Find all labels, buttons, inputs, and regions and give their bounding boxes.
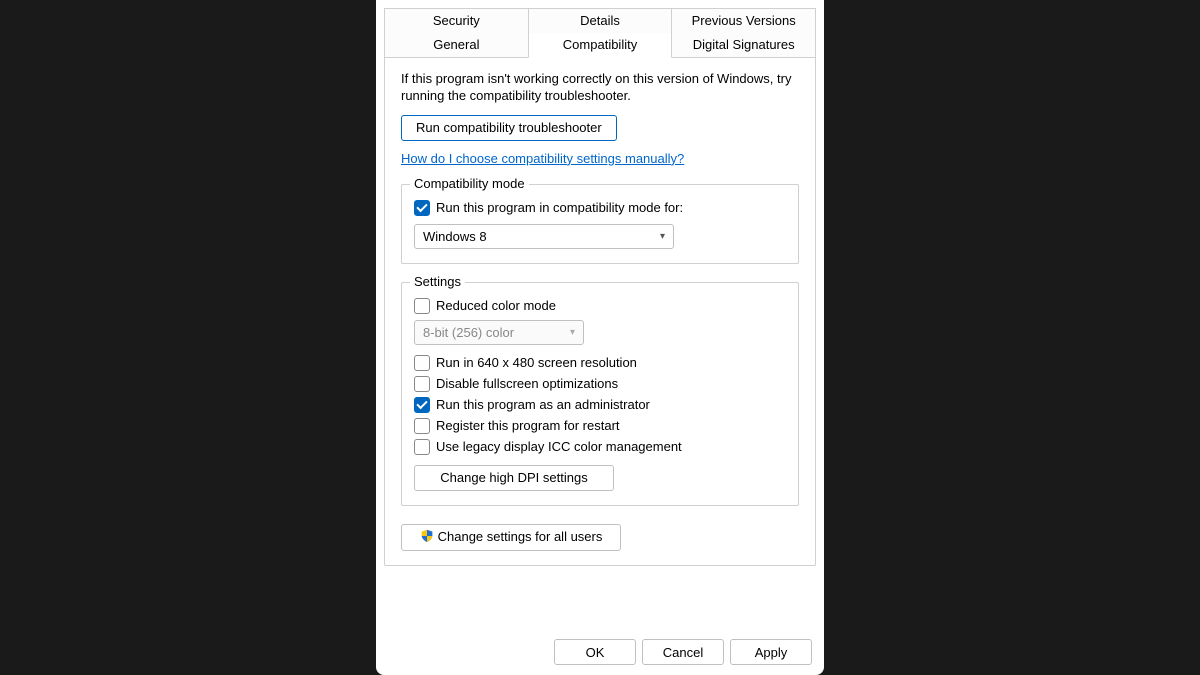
run-as-admin-checkbox[interactable]	[414, 397, 430, 413]
color-depth-value: 8-bit (256) color	[423, 325, 514, 340]
compat-mode-select[interactable]: Windows 8 ▾	[414, 224, 674, 249]
compatibility-intro-text: If this program isn't working correctly …	[401, 71, 799, 105]
compat-mode-checkbox-label: Run this program in compatibility mode f…	[436, 200, 683, 215]
register-restart-label: Register this program for restart	[436, 418, 620, 433]
apply-button[interactable]: Apply	[730, 639, 812, 665]
tab-digital-signatures[interactable]: Digital Signatures	[671, 33, 816, 58]
tab-strip: Security Details Previous Versions Gener…	[384, 8, 816, 58]
tab-security[interactable]: Security	[384, 8, 529, 33]
dialog-button-row: OK Cancel Apply	[384, 629, 816, 675]
cancel-button[interactable]: Cancel	[642, 639, 724, 665]
settings-group: Settings Reduced color mode 8-bit (256) …	[401, 282, 799, 506]
change-dpi-button[interactable]: Change high DPI settings	[414, 465, 614, 491]
disable-fullscreen-checkbox[interactable]	[414, 376, 430, 392]
tab-previous-versions[interactable]: Previous Versions	[671, 8, 816, 33]
run-640x480-checkbox[interactable]	[414, 355, 430, 371]
legacy-icc-checkbox[interactable]	[414, 439, 430, 455]
compatibility-help-link[interactable]: How do I choose compatibility settings m…	[401, 151, 684, 166]
register-restart-checkbox[interactable]	[414, 418, 430, 434]
tab-general[interactable]: General	[384, 33, 529, 58]
disable-fullscreen-label: Disable fullscreen optimizations	[436, 376, 618, 391]
run-640x480-label: Run in 640 x 480 screen resolution	[436, 355, 637, 370]
reduced-color-label: Reduced color mode	[436, 298, 556, 313]
color-depth-select: 8-bit (256) color ▾	[414, 320, 584, 345]
run-troubleshooter-button[interactable]: Run compatibility troubleshooter	[401, 115, 617, 141]
chevron-down-icon: ▾	[660, 231, 665, 242]
compatibility-panel: If this program isn't working correctly …	[384, 57, 816, 566]
compat-mode-select-value: Windows 8	[423, 229, 487, 244]
properties-dialog: Security Details Previous Versions Gener…	[376, 0, 824, 675]
chevron-down-icon: ▾	[570, 327, 575, 338]
change-settings-all-users-button[interactable]: Change settings for all users	[401, 524, 621, 551]
settings-legend: Settings	[410, 274, 465, 289]
tab-details[interactable]: Details	[528, 8, 673, 33]
compat-mode-checkbox[interactable]	[414, 200, 430, 216]
run-as-admin-label: Run this program as an administrator	[436, 397, 650, 412]
compatibility-mode-legend: Compatibility mode	[410, 176, 529, 191]
tab-compatibility[interactable]: Compatibility	[528, 33, 673, 58]
legacy-icc-label: Use legacy display ICC color management	[436, 439, 682, 454]
compatibility-mode-group: Compatibility mode Run this program in c…	[401, 184, 799, 264]
change-settings-all-users-label: Change settings for all users	[438, 529, 603, 544]
ok-button[interactable]: OK	[554, 639, 636, 665]
uac-shield-icon	[420, 529, 434, 546]
reduced-color-checkbox[interactable]	[414, 298, 430, 314]
